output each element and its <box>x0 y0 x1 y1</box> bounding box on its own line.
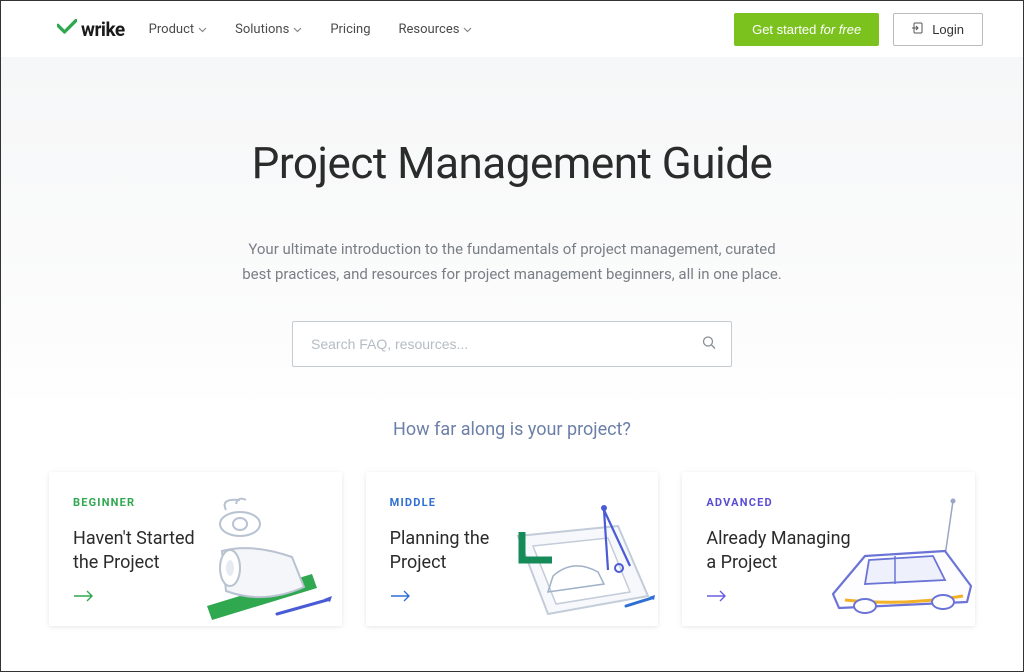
card-level-label: MIDDLE <box>390 496 639 509</box>
main-nav: Product Solutions Pricing Resources <box>149 22 473 37</box>
nav-pricing[interactable]: Pricing <box>330 22 370 37</box>
nav-label: Product <box>149 22 194 37</box>
nav-label: Solutions <box>235 22 289 37</box>
section-title: How far along is your project? <box>49 419 975 440</box>
card-level-label: BEGINNER <box>73 496 322 509</box>
arrow-right-icon <box>73 587 95 606</box>
arrow-right-icon <box>390 587 412 606</box>
card-middle[interactable]: MIDDLE Planning the Project <box>366 472 659 626</box>
site-header: wrike Product Solutions Pricing Resource… <box>1 1 1023 57</box>
page-title: Project Management Guide <box>1 137 1023 189</box>
nav-product[interactable]: Product <box>149 22 207 37</box>
card-title: Haven't Started the Project <box>73 527 223 576</box>
hero-section: Project Management Guide Your ultimate i… <box>1 57 1023 407</box>
progress-section: How far along is your project? BEGINNER … <box>1 407 1023 626</box>
cta-suffix: for free <box>820 22 861 37</box>
page-subtitle: Your ultimate introduction to the fundam… <box>242 237 782 287</box>
card-level-label: ADVANCED <box>706 496 955 509</box>
chevron-down-icon <box>293 22 302 37</box>
search-input[interactable] <box>292 321 732 367</box>
cta-prefix: Get started <box>752 22 820 37</box>
card-title: Already Managing a Project <box>706 527 856 576</box>
get-started-button[interactable]: Get started for free <box>734 13 879 46</box>
wrike-logo-icon <box>57 19 81 39</box>
card-advanced[interactable]: ADVANCED Already Managing a Project <box>682 472 975 626</box>
card-row: BEGINNER Haven't Started the Project MID… <box>49 472 975 626</box>
login-label: Login <box>932 22 964 37</box>
nav-resources[interactable]: Resources <box>399 22 473 37</box>
nav-solutions[interactable]: Solutions <box>235 22 302 37</box>
chevron-down-icon <box>198 22 207 37</box>
login-icon <box>912 22 924 37</box>
brand-logo[interactable]: wrike <box>57 18 125 41</box>
arrow-right-icon <box>706 587 728 606</box>
nav-label: Pricing <box>330 22 370 37</box>
brand-name: wrike <box>81 18 125 41</box>
nav-label: Resources <box>399 22 460 37</box>
login-button[interactable]: Login <box>893 13 983 46</box>
search-container <box>292 321 732 367</box>
chevron-down-icon <box>463 22 472 37</box>
card-title: Planning the Project <box>390 527 540 576</box>
card-beginner[interactable]: BEGINNER Haven't Started the Project <box>49 472 342 626</box>
